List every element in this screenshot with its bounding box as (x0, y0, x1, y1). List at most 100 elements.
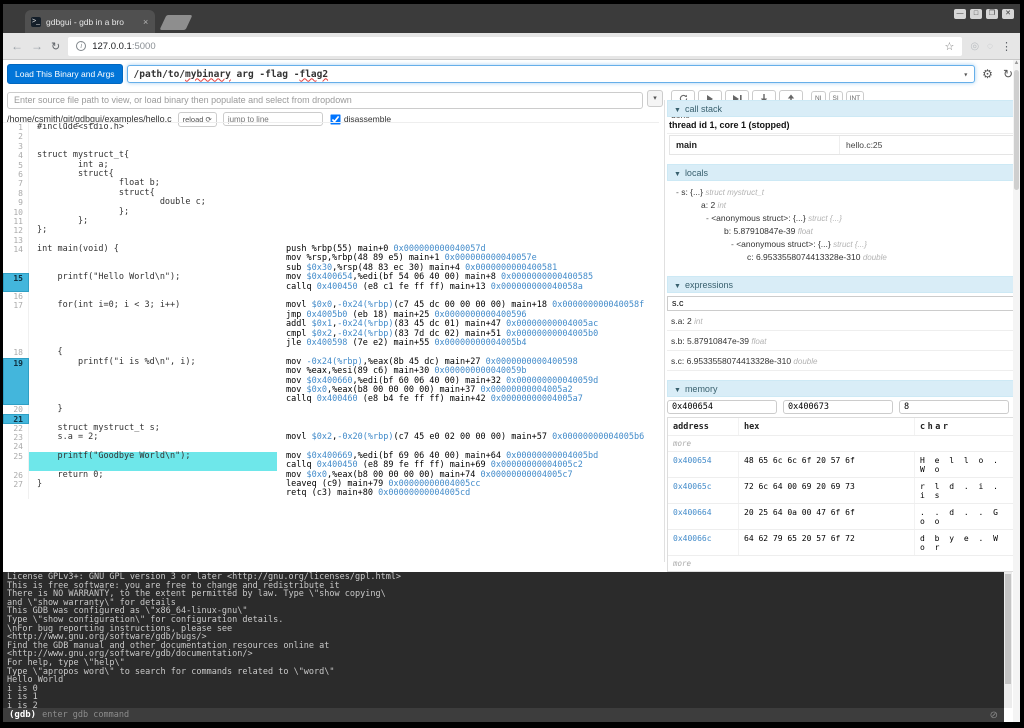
restore-icon[interactable]: ❐ (986, 9, 998, 19)
line-number-gutter[interactable]: 16 (3, 292, 29, 301)
breakpoint-gutter[interactable]: 21 (3, 414, 29, 423)
reload-icon[interactable]: ↻ (51, 40, 60, 53)
gdb-console[interactable]: License GPLv3+: GNU GPL version 3 or lat… (3, 572, 1004, 708)
signal-ban-icon[interactable]: ⊘ (990, 710, 998, 721)
expressions-header[interactable]: ▼expressions (667, 276, 1017, 293)
source-line[interactable]: 25 printf("Goodbye World\n");mov $0x4006… (3, 452, 659, 471)
expression-input[interactable] (667, 296, 1017, 311)
source-line[interactable]: 2 (3, 132, 659, 141)
expression-row[interactable]: s.a: 2 int (667, 311, 1017, 331)
locals-header[interactable]: ▼locals (667, 164, 1017, 181)
source-line[interactable]: 11 }; (3, 217, 659, 226)
assembly-block: leaveq (c9) main+79 0x00000000004005cc r… (286, 480, 480, 499)
memory-hex: 20 25 64 0a 00 47 6f 6f (738, 504, 914, 529)
tab-close-icon[interactable]: × (143, 17, 148, 27)
source-line[interactable]: 14int main(void) {push %rbp(55) main+0 0… (3, 245, 659, 273)
source-line[interactable]: 10 }; (3, 208, 659, 217)
expression-row[interactable]: s.b: 5.87910847e-39 float (667, 331, 1017, 351)
local-variable-row[interactable]: - <anonymous struct>: {...} struct {...} (669, 211, 1015, 224)
source-dropdown-button[interactable]: ▾ (647, 90, 663, 107)
line-number-gutter[interactable]: 10 (3, 208, 29, 217)
memory-address[interactable]: 0x400654 (668, 452, 738, 477)
memory-address[interactable]: 0x40066c (668, 530, 738, 555)
memory-more-link[interactable]: more (668, 436, 696, 451)
line-number-gutter[interactable]: 7 (3, 179, 29, 188)
line-number-gutter[interactable]: 26 (3, 471, 29, 480)
line-number-gutter[interactable]: 5 (3, 161, 29, 170)
memory-bytes-per-row-input[interactable] (899, 400, 1009, 414)
line-number-gutter[interactable]: 11 (3, 217, 29, 226)
line-number-gutter[interactable]: 1 (3, 123, 29, 132)
load-binary-button[interactable]: Load This Binary and Args (7, 64, 123, 84)
bookmark-star-icon[interactable]: ☆ (944, 40, 954, 53)
line-number-gutter[interactable]: 14 (3, 245, 29, 273)
source-line[interactable]: 15 printf("Hello World\n");mov $0x400654… (3, 273, 659, 292)
line-number-gutter[interactable]: 2 (3, 132, 29, 141)
source-line[interactable]: 23 s.a = 2;movl $0x2,-0x20(%rbp)(c7 45 e… (3, 433, 659, 442)
minimize-icon[interactable]: — (954, 9, 966, 19)
extension2-icon[interactable]: ◌ (987, 41, 993, 52)
extension-icon[interactable]: ◎ (970, 41, 979, 52)
line-number-gutter[interactable]: 24 (3, 442, 29, 451)
gdb-command-input[interactable] (42, 710, 984, 720)
source-line[interactable]: 27}leaveq (c9) main+79 0x00000000004005c… (3, 480, 659, 499)
memory-start-address-input[interactable] (667, 400, 777, 414)
memory-header[interactable]: ▼memory (667, 380, 1017, 397)
call-stack-header[interactable]: ▼call stack (667, 100, 1017, 117)
line-number-gutter[interactable]: 4 (3, 151, 29, 160)
page-scrollbar[interactable]: ▲ (1013, 60, 1020, 722)
line-number-gutter[interactable]: 8 (3, 189, 29, 198)
source-line[interactable]: 17 for(int i=0; i < 3; i++)movl $0x0,-0x… (3, 301, 659, 348)
line-number-gutter[interactable]: 17 (3, 301, 29, 348)
local-variable-row[interactable]: a: 2 int (669, 198, 1015, 211)
source-line[interactable]: 1#include<stdio.h> (3, 123, 659, 132)
console-output-line: i is 1 (7, 693, 1000, 702)
url-port: :5000 (132, 41, 156, 52)
binary-args-input[interactable]: /path/to/mybinary arg -flag -flag2 ▾ (127, 65, 976, 83)
gdb-prompt: (gdb) (9, 710, 36, 720)
source-line[interactable]: 12}; (3, 226, 659, 235)
source-line[interactable]: 19 printf("i is %d\n", i);mov -0x24(%rbp… (3, 358, 659, 405)
line-number-gutter[interactable]: 6 (3, 170, 29, 179)
line-number-gutter[interactable]: 25 (3, 452, 29, 471)
assembly-block: mov $0x400654,%edi(bf 54 06 40 00) main+… (286, 273, 593, 292)
console-scrollbar[interactable] (1004, 572, 1012, 708)
new-tab-button[interactable] (160, 15, 193, 30)
line-number-gutter[interactable]: 27 (3, 480, 29, 499)
memory-end-address-input[interactable] (783, 400, 893, 414)
close-icon[interactable]: ✕ (1002, 9, 1014, 19)
source-file-input[interactable] (7, 92, 643, 109)
source-text: printf("Goodbye World\n"); (29, 452, 277, 471)
expression-row[interactable]: s.c: 6.9533558074413328e-310 double (667, 351, 1017, 371)
line-number-gutter[interactable]: 20 (3, 405, 29, 414)
memory-more-link[interactable]: more (668, 556, 696, 571)
source-code-pane: 1#include<stdio.h>234struct mystruct_t{5… (3, 122, 659, 572)
line-number-gutter[interactable]: 23 (3, 433, 29, 442)
line-number-gutter[interactable]: 12 (3, 226, 29, 235)
line-number-gutter[interactable]: 22 (3, 424, 29, 433)
binary-dropdown-caret-icon[interactable]: ▾ (963, 70, 968, 79)
breakpoint-gutter[interactable]: 19 (3, 358, 29, 405)
local-variable-row[interactable]: - <anonymous struct>: {...} struct {...} (669, 237, 1015, 250)
forward-icon[interactable]: → (31, 39, 43, 53)
line-number-gutter[interactable]: 13 (3, 236, 29, 245)
settings-gear-icon[interactable]: ⚙ (979, 67, 996, 81)
line-number-gutter[interactable]: 3 (3, 142, 29, 151)
source-line[interactable]: 20 } (3, 405, 659, 414)
page-info-icon[interactable]: i (76, 41, 86, 51)
url-bar[interactable]: i 127.0.0.1 :5000 ☆ (68, 37, 962, 56)
line-number-gutter[interactable]: 18 (3, 348, 29, 357)
maximize-icon[interactable]: □ (970, 9, 982, 19)
browser-menu-icon[interactable]: ⋮ (1001, 40, 1012, 53)
back-icon[interactable]: ← (11, 39, 23, 53)
local-variable-row[interactable]: c: 6.9533558074413328e-310 double (669, 250, 1015, 263)
stack-frame-row[interactable]: main hello.c:25 (669, 135, 1015, 155)
local-variable-row[interactable]: b: 5.87910847e-39 float (669, 224, 1015, 237)
line-number-gutter[interactable]: 9 (3, 198, 29, 207)
breakpoint-gutter[interactable]: 15 (3, 273, 29, 292)
source-text: return 0; (29, 471, 277, 480)
local-variable-row[interactable]: - s: {...} struct mystruct_t (669, 185, 1015, 198)
memory-address[interactable]: 0x40065c (668, 478, 738, 503)
browser-tab[interactable]: >_ gdbgui - gdb in a bro × (25, 10, 155, 33)
memory-address[interactable]: 0x400664 (668, 504, 738, 529)
